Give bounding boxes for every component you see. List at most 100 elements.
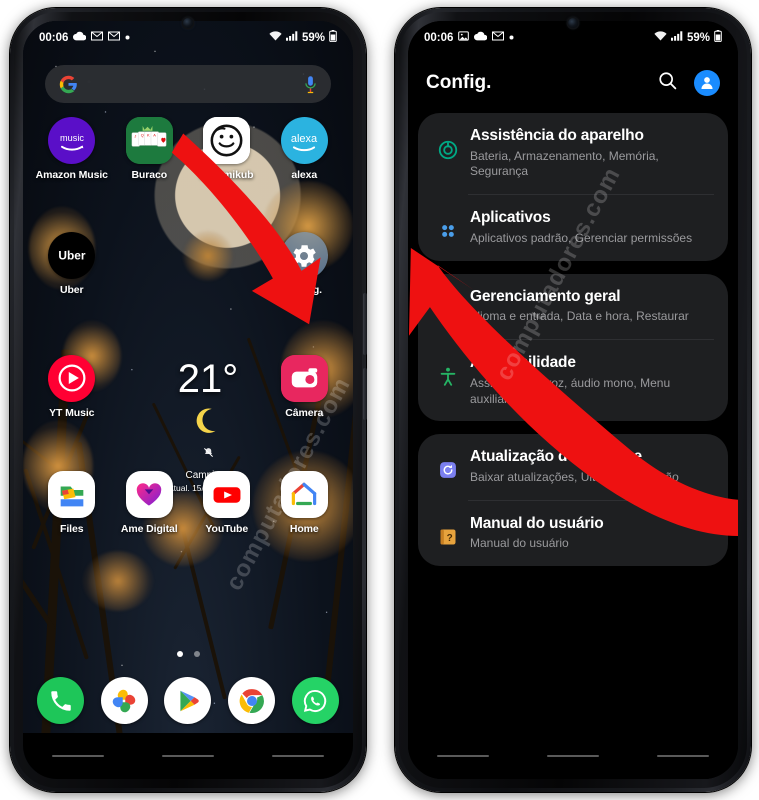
uber-icon: Uber <box>48 232 96 280</box>
app-label: Amazon Music <box>35 169 108 181</box>
app-label: Config. <box>286 284 323 297</box>
navigation-bar-right <box>408 733 738 779</box>
app-empty <box>111 355 189 419</box>
status-time: 00:06 <box>424 32 454 44</box>
page-dot[interactable] <box>176 651 183 657</box>
settings-item-subtitle: Bateria, Armazenamento, Memória, Seguran… <box>470 148 659 179</box>
app-ame-digital[interactable]: Ame Digital <box>111 471 189 535</box>
page-indicator <box>23 651 353 657</box>
app-rummikub[interactable]: Rummikub <box>188 117 266 181</box>
app-label: Rummikub <box>200 169 254 181</box>
svg-text:Q: Q <box>140 133 143 138</box>
app-files[interactable]: Files <box>33 471 111 535</box>
app-home[interactable]: Home <box>266 471 344 535</box>
settings-item-subtitle: Aplicativos padrão, Gerenciar permissões <box>470 230 693 245</box>
settings-item-subtitle: Manual do usuário <box>470 536 569 551</box>
recents-line[interactable] <box>52 754 104 758</box>
settings-gear-icon <box>280 232 328 280</box>
battery-icon <box>329 30 337 46</box>
front-camera-left <box>183 18 193 28</box>
battery-icon <box>714 30 722 46</box>
settings-item-accessibility[interactable]: Acessibilidade Assistente de voz, áudio … <box>418 340 728 421</box>
app-label: Buraco <box>131 169 168 181</box>
app-config[interactable]: Config. <box>266 232 344 296</box>
app-buraco[interactable]: J Q K A Buraco <box>111 117 189 181</box>
youtube-icon <box>203 471 251 519</box>
account-avatar-icon[interactable] <box>694 70 720 96</box>
software-update-icon <box>428 448 468 480</box>
phone-left-screen: 00:06 59% music Amazon Music J Q K A Bur… <box>23 21 353 779</box>
app-label: Câmera <box>285 406 324 419</box>
settings-list: Assistência do aparelho Bateria, Armazen… <box>418 113 728 579</box>
app-label: Uber <box>59 284 84 297</box>
camera-icon <box>280 354 328 402</box>
settings-item-general-management[interactable]: Gerenciamento geral Idioma e entrada, Da… <box>418 274 728 339</box>
settings-item-title: Acessibilidade <box>470 354 576 372</box>
settings-item-apps[interactable]: Aplicativos Aplicativos padrão, Gerencia… <box>418 195 728 260</box>
settings-item-subtitle: Baixar atualizações, Última atualização <box>470 469 679 484</box>
play-store-icon[interactable] <box>164 677 212 724</box>
settings-item-title: Aplicativos <box>470 209 551 227</box>
settings-group: Atualização de software Baixar atualizaç… <box>418 434 728 567</box>
app-camera[interactable]: Câmera <box>266 354 344 419</box>
settings-item-device-care[interactable]: Assistência do aparelho Bateria, Armazen… <box>418 113 728 194</box>
app-alexa[interactable]: alexa alexa <box>266 117 344 181</box>
svg-text:?: ? <box>447 533 453 544</box>
settings-group: Gerenciamento geral Idioma e entrada, Da… <box>418 273 728 422</box>
whatsapp-icon[interactable] <box>291 677 339 724</box>
settings-item-user-manual[interactable]: ? Manual do usuário Manual do usuário <box>418 501 728 566</box>
google-photos-icon[interactable] <box>100 677 148 724</box>
settings-item-software-update[interactable]: Atualização de software Baixar atualizaç… <box>418 434 728 499</box>
app-yt-music[interactable]: YT Music <box>33 354 111 419</box>
app-grid: music Amazon Music J Q K A Buraco Rummik… <box>33 117 343 536</box>
app-amazon-music[interactable]: music Amazon Music <box>33 117 111 181</box>
app-row: YT Music Câmera <box>33 354 344 419</box>
phone-right: 00:06 59% Config. Assistência do aparelh… <box>387 0 759 800</box>
device-care-icon <box>428 127 468 161</box>
phone-right-screen: 00:06 59% Config. Assistência do aparelh… <box>408 21 738 779</box>
power-button[interactable] <box>363 293 367 355</box>
app-uber[interactable]: Uber Uber <box>33 232 111 296</box>
app-label: YT Music <box>49 406 95 419</box>
status-time: 00:06 <box>39 32 69 44</box>
app-label: alexa <box>291 169 318 181</box>
chrome-icon[interactable] <box>228 677 276 724</box>
back-line[interactable] <box>272 754 324 758</box>
files-icon <box>48 471 96 519</box>
image-icon <box>458 31 470 45</box>
dot-icon <box>125 32 130 44</box>
dot-icon <box>509 32 514 44</box>
phone-icon[interactable] <box>37 677 85 724</box>
mail-icon <box>492 31 505 45</box>
google-search-bar[interactable] <box>45 65 331 103</box>
app-youtube[interactable]: YouTube <box>188 471 266 535</box>
apps-grid-icon <box>428 209 468 241</box>
navigation-bar-left <box>23 733 353 779</box>
cloud-icon <box>474 31 488 45</box>
app-label: Home <box>289 523 319 536</box>
recents-line[interactable] <box>437 754 489 758</box>
battery-percent: 59% <box>301 32 325 44</box>
back-line[interactable] <box>657 754 709 758</box>
home-line[interactable] <box>162 754 214 758</box>
screenshot-root: 00:06 59% music Amazon Music J Q K A Bur… <box>0 0 759 800</box>
settings-group: Assistência do aparelho Bateria, Armazen… <box>418 113 728 261</box>
app-empty <box>188 232 266 296</box>
volume-button[interactable] <box>363 368 367 420</box>
sliders-icon <box>428 288 468 322</box>
microphone-icon[interactable] <box>304 75 317 94</box>
app-label: YouTube <box>205 523 249 536</box>
home-line[interactable] <box>547 754 599 758</box>
settings-screen: 00:06 59% Config. Assistência do aparelh… <box>408 21 738 779</box>
app-row: Files Ame Digital YouTube Home <box>33 471 343 535</box>
svg-text:J: J <box>134 134 136 139</box>
settings-header: Config. <box>408 55 738 111</box>
amazon-music-icon: music <box>48 117 96 164</box>
wifi-icon <box>654 31 667 45</box>
page-dot[interactable] <box>193 651 200 657</box>
app-row: music Amazon Music J Q K A Buraco Rummik… <box>33 117 343 181</box>
search-icon[interactable] <box>657 70 678 96</box>
app-empty <box>111 232 189 296</box>
app-label: Files <box>60 523 84 536</box>
svg-text:K: K <box>147 133 150 138</box>
